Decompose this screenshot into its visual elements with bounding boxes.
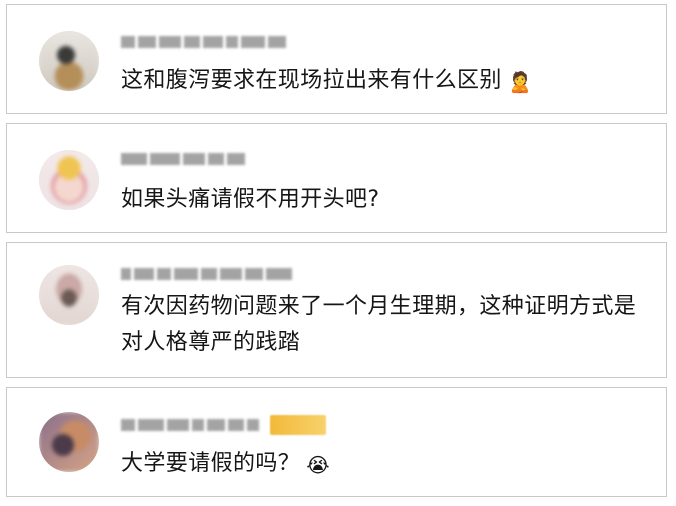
avatar[interactable] — [39, 31, 99, 91]
crying-face-icon: 😭 — [306, 453, 330, 477]
comment-text: 大学要请假的吗？ 😭 — [121, 446, 638, 483]
username-blurred[interactable] — [121, 33, 286, 51]
user-badge — [270, 415, 326, 435]
comment-text-content: 这和腹泻要求在现场拉出来有什么区别 — [121, 68, 502, 93]
comment-card: 有次因药物问题来了一个月生理期，这种证明方式是对人格尊严的践踏 — [6, 242, 667, 378]
comment-text: 有次因药物问题来了一个月生理期，这种证明方式是对人格尊严的践踏 — [121, 289, 638, 361]
comment-text: 如果头痛请假不用开头吧? — [121, 182, 638, 218]
avatar[interactable] — [39, 265, 99, 325]
comment-text-content: 如果头痛请假不用开头吧? — [121, 187, 380, 212]
comment-text-content: 有次因药物问题来了一个月生理期，这种证明方式是对人格尊严的践踏 — [121, 294, 637, 355]
person-bowing-icon: 🙎 — [507, 70, 534, 94]
avatar[interactable] — [39, 150, 99, 210]
comment-card: 大学要请假的吗？ 😭 — [6, 387, 667, 497]
avatar[interactable] — [39, 412, 99, 472]
username-blurred[interactable] — [121, 150, 245, 168]
username-blurred[interactable] — [121, 415, 326, 435]
comment-card: 这和腹泻要求在现场拉出来有什么区别 🙎 — [6, 4, 667, 114]
comment-card: 如果头痛请假不用开头吧? — [6, 123, 667, 233]
comment-text-content: 大学要请假的吗？ — [121, 451, 301, 476]
username-blurred[interactable] — [121, 265, 292, 283]
comment-text: 这和腹泻要求在现场拉出来有什么区别 🙎 — [121, 63, 638, 100]
